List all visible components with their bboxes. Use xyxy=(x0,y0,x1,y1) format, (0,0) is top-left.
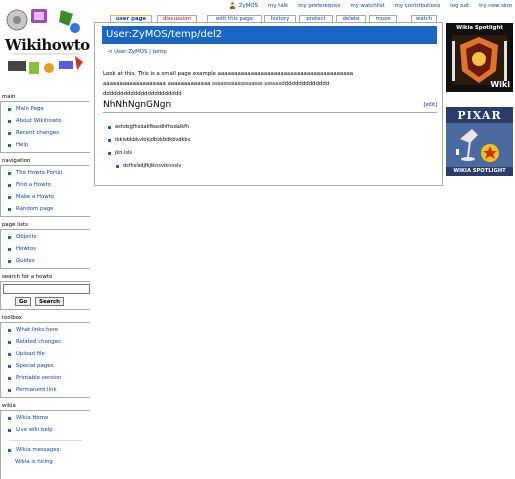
sidebar-item-howtos[interactable]: Howtos xyxy=(1,244,90,256)
portlet-main: main Main Page About Wikihowto Recent ch… xyxy=(0,93,90,153)
portlet-search: search for a howto Go Search xyxy=(0,273,90,310)
spotlight-ad-1[interactable]: Wikia Spotlight Wiki xyxy=(446,23,513,92)
sidebar-item-objects[interactable]: Objects xyxy=(1,232,90,244)
search-button[interactable]: Search xyxy=(35,297,65,306)
portlet-navigation: navigation The Howto Portal Find a Howto… xyxy=(0,157,90,217)
sidebar-item-guides[interactable]: Guides xyxy=(1,256,90,268)
portlet-title: wikia xyxy=(2,403,16,409)
section-title: NhNhNgnGNgn xyxy=(103,100,172,110)
sidebar-item-random-page[interactable]: Random page xyxy=(1,204,90,216)
sidebar-item-wikia-home[interactable]: Wikia Home xyxy=(1,413,90,425)
breadcrumb: < User:ZyMOS | temp xyxy=(108,49,167,55)
search-input[interactable] xyxy=(3,284,90,294)
portlet-title: search for a howto xyxy=(2,274,53,280)
list-item: jkn,lsls xyxy=(107,149,191,162)
sidebar-item-make-howto[interactable]: Make a Howto xyxy=(1,192,90,204)
sidebar-item-live-wiki-help[interactable]: Live wiki help xyxy=(1,425,90,437)
portlet-page-lists: page lists Objects Howtos Guides xyxy=(0,221,90,269)
divider xyxy=(9,440,82,441)
logo-wordmark: Wikihowto xyxy=(5,36,90,54)
section-edit-link[interactable]: edit xyxy=(425,102,435,108)
portlet-title: toolbox xyxy=(2,315,22,321)
breadcrumb-user-link[interactable]: User:ZyMOS xyxy=(114,49,147,55)
spotlight-brand: Wiki xyxy=(490,80,510,89)
sidebar-item-help[interactable]: Help xyxy=(1,140,90,152)
spotlight-footer: WIKIA SPOTLIGHT xyxy=(453,168,506,174)
section-edit: [edit] xyxy=(423,102,437,108)
site-logo[interactable]: Wikihowto xyxy=(3,6,90,83)
wikia-hiring-message[interactable]: Wikia is hiring xyxy=(1,457,90,469)
log-out-link[interactable]: log out xyxy=(450,1,469,10)
body-paragraph: Look at this, This is a small page examp… xyxy=(103,71,354,97)
my-preferences-link[interactable]: my preferences xyxy=(298,1,340,10)
portlet-wikia: wikia Wikia Home Live wiki help Wikia me… xyxy=(0,402,90,479)
sidebar-item-related-changes[interactable]: Related changes xyxy=(1,337,90,349)
bullet-list: ashdsgfhsdakfkasdhfhsdalkfh ibkivbkbkvib… xyxy=(107,123,191,175)
sidebar-item-special-pages[interactable]: Special pages xyxy=(1,361,90,373)
sidebar-item-find-howto[interactable]: Find a Howto xyxy=(1,180,90,192)
my-contributions-link[interactable]: my contributions xyxy=(395,1,441,10)
portlet-title: navigation xyxy=(2,158,31,164)
page-title-bar: User:ZyMOS/temp/del2 xyxy=(102,26,437,44)
page-title: User:ZyMOS/temp/del2 xyxy=(106,29,223,40)
sidebar-item-permanent-link[interactable]: Permanent link xyxy=(1,385,90,397)
sidebar-item-printable-version[interactable]: Printable version xyxy=(1,373,90,385)
portlet-title: main xyxy=(2,94,16,100)
sidebar-item-recent-changes[interactable]: Recent changes xyxy=(1,128,90,140)
lamp-graphic xyxy=(446,123,513,167)
sidebar-item-main-page[interactable]: Main Page xyxy=(1,104,90,116)
sub-list-item: dsfhslsdjfkjlknsvlknvslv xyxy=(115,162,191,175)
list-item: ashdsgfhsdakfkasdhfhsdalkfh xyxy=(107,123,191,136)
spotlight-ad-2[interactable]: PIXAR WIKIA SPOTLIGHT xyxy=(446,107,513,176)
sidebar-item-wikia-messages[interactable]: Wikia messages: xyxy=(1,445,90,457)
sidebar-item-upload-file[interactable]: Upload file xyxy=(1,349,90,361)
portlet-title: page lists xyxy=(2,222,28,228)
content-area: User:ZyMOS/temp/del2 < User:ZyMOS | temp… xyxy=(94,22,443,186)
my-talk-link[interactable]: my talk xyxy=(268,1,288,10)
user-page-link[interactable]: ZyMOS xyxy=(229,1,258,10)
section-heading: NhNhNgnGNgn [edit] xyxy=(103,99,437,113)
sidebar-item-what-links-here[interactable]: What links here xyxy=(1,325,90,337)
sidebar-item-about[interactable]: About Wikihowto xyxy=(1,116,90,128)
sidebar-item-howto-portal[interactable]: The Howto Portal xyxy=(1,168,90,180)
my-watchlist-link[interactable]: my watchlist xyxy=(350,1,384,10)
user-icon xyxy=(229,2,236,9)
list-item: ibkivbkbkvibkjdbvkbdkbvdkbv xyxy=(107,136,191,149)
try-new-skin-link[interactable]: try new skin xyxy=(479,1,512,10)
sidebar: main Main Page About Wikihowto Recent ch… xyxy=(0,93,90,479)
personal-tools: ZyMOS my talk my preferences my watchlis… xyxy=(225,1,515,10)
go-button[interactable]: Go xyxy=(15,297,32,306)
breadcrumb-temp-link[interactable]: temp xyxy=(153,49,167,55)
ad-column: Wikia Spotlight Wiki PIXAR WIKIA SPOTLIG… xyxy=(446,23,513,191)
portlet-toolbox: toolbox What links here Related changes … xyxy=(0,314,90,398)
